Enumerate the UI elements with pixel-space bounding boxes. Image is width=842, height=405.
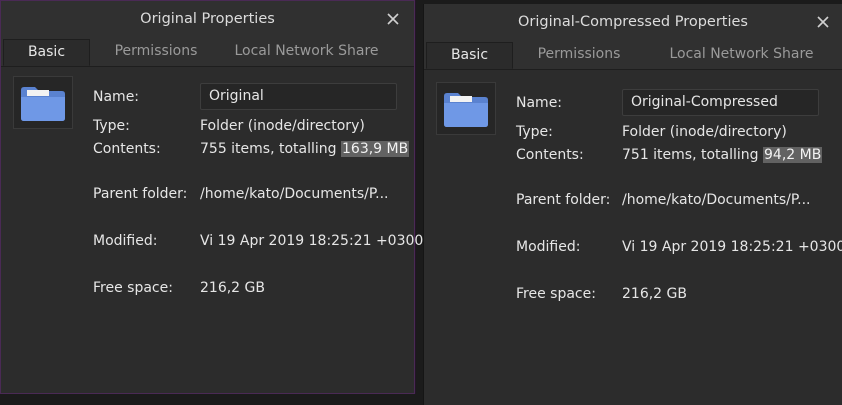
background-strip xyxy=(0,394,423,405)
tab-permissions[interactable]: Permissions xyxy=(101,39,211,66)
tab-local-network-share[interactable]: Local Network Share xyxy=(654,42,829,69)
free-space-value: 216,2 GB xyxy=(622,286,687,302)
free-space-value: 216,2 GB xyxy=(200,280,265,296)
parent-folder-label: Parent folder: xyxy=(516,192,611,208)
tab-permissions[interactable]: Permissions xyxy=(524,42,634,69)
modified-label: Modified: xyxy=(516,239,581,255)
folder-icon-button[interactable] xyxy=(13,76,73,129)
contents-size-selected[interactable]: 94,2 MB xyxy=(763,147,823,163)
name-label: Name: xyxy=(93,89,140,105)
type-value: Folder (inode/directory) xyxy=(200,118,365,134)
properties-dialog-original: Original Properties Basic Permissions Lo… xyxy=(0,0,423,394)
contents-value: 751 items, totalling 94,2 MB xyxy=(622,147,823,163)
modified-value: Vi 19 Apr 2019 18:25:21 +0300 xyxy=(622,239,842,255)
parent-folder-value[interactable]: /home/kato/Documents/P... xyxy=(200,186,389,202)
basic-panel: Name: Original Type: Folder (inode/direc… xyxy=(1,67,423,393)
contents-label: Contents: xyxy=(93,141,161,157)
titlebar[interactable]: Original-Compressed Properties xyxy=(424,4,842,42)
titlebar[interactable]: Original Properties xyxy=(1,1,414,39)
folder-icon xyxy=(21,87,65,121)
free-space-label: Free space: xyxy=(93,280,173,296)
tab-basic[interactable]: Basic xyxy=(426,42,513,69)
free-space-label: Free space: xyxy=(516,286,596,302)
name-field[interactable]: Original xyxy=(200,83,397,110)
modified-label: Modified: xyxy=(93,233,158,249)
type-value: Folder (inode/directory) xyxy=(622,124,787,140)
parent-folder-label: Parent folder: xyxy=(93,186,188,202)
contents-label: Contents: xyxy=(516,147,584,163)
close-icon[interactable] xyxy=(812,11,834,33)
name-label: Name: xyxy=(516,95,563,111)
dialog-title: Original-Compressed Properties xyxy=(518,14,748,30)
contents-value: 755 items, totalling 163,9 MB xyxy=(200,141,410,157)
close-icon[interactable] xyxy=(382,8,404,30)
properties-dialog-original-compressed: Original-Compressed Properties Basic Per… xyxy=(423,4,842,405)
type-label: Type: xyxy=(516,124,553,140)
contents-size-selected[interactable]: 163,9 MB xyxy=(341,141,410,157)
tab-basic[interactable]: Basic xyxy=(3,39,90,66)
folder-icon-button[interactable] xyxy=(436,82,496,135)
folder-icon xyxy=(444,93,488,127)
type-label: Type: xyxy=(93,118,130,134)
tab-bar: Basic Permissions Local Network Share xyxy=(1,39,414,67)
basic-panel: Name: Original-Compressed Type: Folder (… xyxy=(424,70,842,405)
modified-value: Vi 19 Apr 2019 18:25:21 +0300 xyxy=(200,233,424,249)
dialog-title: Original Properties xyxy=(140,11,275,27)
contents-count: 755 items, totalling xyxy=(200,141,341,157)
tab-bar: Basic Permissions Local Network Share xyxy=(424,42,842,70)
tab-local-network-share[interactable]: Local Network Share xyxy=(219,39,394,66)
name-field[interactable]: Original-Compressed xyxy=(622,89,819,116)
contents-count: 751 items, totalling xyxy=(622,147,763,163)
parent-folder-value[interactable]: /home/kato/Documents/P... xyxy=(622,192,811,208)
